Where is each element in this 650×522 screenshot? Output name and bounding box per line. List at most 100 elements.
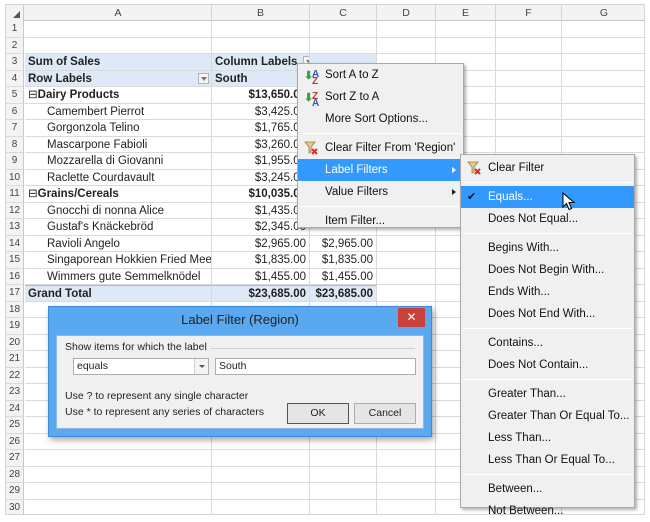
- cell[interactable]: [377, 285, 436, 301]
- cell[interactable]: [310, 483, 377, 499]
- row-header[interactable]: 10: [6, 169, 24, 186]
- row-header[interactable]: 25: [6, 417, 24, 434]
- cell[interactable]: $1,455.00: [310, 268, 377, 284]
- row-header[interactable]: 7: [6, 120, 24, 137]
- cell[interactable]: Gnocchi di nonna Alice: [25, 202, 212, 218]
- row-header[interactable]: 22: [6, 367, 24, 384]
- row-header[interactable]: 13: [6, 219, 24, 236]
- menu-item-more-sort-options[interactable]: More Sort Options...: [298, 108, 463, 130]
- cell[interactable]: ⊟Dairy Products: [25, 87, 212, 103]
- menu-item-not-between[interactable]: Not Between...: [461, 500, 634, 522]
- ok-button[interactable]: OK: [287, 403, 349, 424]
- cell[interactable]: [25, 483, 212, 499]
- cell[interactable]: $1,835.00: [310, 252, 377, 268]
- cell[interactable]: $3,425.00: [212, 103, 310, 119]
- menu-item-clear-filter-from-region[interactable]: Clear Filter From 'Region': [298, 137, 463, 159]
- cell[interactable]: [496, 87, 562, 103]
- cell[interactable]: $2,345.00: [212, 219, 310, 235]
- select-all-button[interactable]: [6, 5, 24, 21]
- row-header[interactable]: 15: [6, 252, 24, 269]
- close-button[interactable]: ✕: [398, 308, 425, 327]
- column-header-c[interactable]: C: [310, 5, 377, 21]
- cell[interactable]: Gustaf's Knäckebröd: [25, 219, 212, 235]
- cell[interactable]: $23,685.00: [212, 285, 310, 301]
- cell[interactable]: [310, 499, 377, 514]
- row-header[interactable]: 21: [6, 351, 24, 368]
- row-header[interactable]: 3: [6, 54, 24, 71]
- menu-item-greater-than[interactable]: Greater Than...: [461, 383, 634, 405]
- operator-select[interactable]: equals: [73, 358, 209, 375]
- cell[interactable]: [212, 450, 310, 466]
- row-header[interactable]: 17: [6, 285, 24, 302]
- row-header[interactable]: 4: [6, 70, 24, 87]
- row-header[interactable]: 9: [6, 153, 24, 170]
- cell[interactable]: Sum of Sales: [25, 54, 212, 70]
- cell[interactable]: [25, 21, 212, 37]
- row-header[interactable]: 16: [6, 268, 24, 285]
- cell[interactable]: $2,965.00: [310, 235, 377, 251]
- chevron-down-icon[interactable]: [194, 359, 208, 374]
- row-header[interactable]: 24: [6, 400, 24, 417]
- menu-item-label-filters[interactable]: Label Filters: [298, 159, 463, 181]
- row-labels-filter-button[interactable]: [198, 72, 209, 84]
- menu-item-less-than[interactable]: Less Than...: [461, 427, 634, 449]
- cell[interactable]: Column Labels: [212, 54, 310, 70]
- cell[interactable]: $3,260.00: [212, 136, 310, 152]
- cell[interactable]: [377, 268, 436, 284]
- cell[interactable]: $1,435.00: [212, 202, 310, 218]
- cell[interactable]: [496, 103, 562, 119]
- cell[interactable]: [25, 466, 212, 482]
- cell[interactable]: Gorgonzola Telino: [25, 120, 212, 136]
- cell[interactable]: Mascarpone Fabioli: [25, 136, 212, 152]
- cell[interactable]: South: [212, 70, 310, 86]
- cell[interactable]: [377, 450, 436, 466]
- row-header[interactable]: 30: [6, 499, 24, 514]
- collapse-icon[interactable]: ⊟: [28, 188, 38, 200]
- menu-item-equals[interactable]: ✔ Equals...: [461, 186, 634, 208]
- collapse-icon[interactable]: ⊟: [28, 89, 38, 101]
- cell[interactable]: [496, 37, 562, 53]
- cell[interactable]: [212, 499, 310, 514]
- menu-item-contains[interactable]: Contains...: [461, 332, 634, 354]
- row-header[interactable]: 14: [6, 235, 24, 252]
- menu-item-does-not-end-with[interactable]: Does Not End With...: [461, 303, 634, 325]
- cell[interactable]: Grand Total: [25, 285, 212, 301]
- row-header[interactable]: 26: [6, 433, 24, 450]
- row-header[interactable]: 1: [6, 21, 24, 38]
- cell[interactable]: Wimmers gute Semmelknödel: [25, 268, 212, 284]
- cell[interactable]: $13,650.00: [212, 87, 310, 103]
- row-header[interactable]: 27: [6, 450, 24, 467]
- column-header-a[interactable]: A: [25, 5, 212, 21]
- menu-item-greater-than-or-equal-to[interactable]: Greater Than Or Equal To...: [461, 405, 634, 427]
- cell[interactable]: Ravioli Angelo: [25, 235, 212, 251]
- menu-item-does-not-equal[interactable]: Does Not Equal...: [461, 208, 634, 230]
- cell[interactable]: [377, 499, 436, 514]
- menu-item-does-not-begin-with[interactable]: Does Not Begin With...: [461, 259, 634, 281]
- cell[interactable]: [496, 136, 562, 152]
- cell[interactable]: [496, 120, 562, 136]
- cell[interactable]: [377, 466, 436, 482]
- cell[interactable]: Mozzarella di Giovanni: [25, 153, 212, 169]
- filter-value-input[interactable]: South: [215, 358, 416, 375]
- cell[interactable]: $1,455.00: [212, 268, 310, 284]
- menu-item-clear-filter[interactable]: Clear Filter: [461, 157, 634, 179]
- row-header[interactable]: 8: [6, 136, 24, 153]
- cell[interactable]: [436, 37, 496, 53]
- menu-item-item-filter[interactable]: Item Filter...: [298, 210, 463, 232]
- cell[interactable]: [496, 70, 562, 86]
- row-header[interactable]: 12: [6, 202, 24, 219]
- cell[interactable]: [377, 21, 436, 37]
- cell[interactable]: [25, 499, 212, 514]
- menu-item-less-than-or-equal-to[interactable]: Less Than Or Equal To...: [461, 449, 634, 471]
- cell[interactable]: [562, 38, 644, 54]
- menu-item-sort-z-to-a[interactable]: ⬇ Z A Sort Z to A: [298, 86, 463, 109]
- cell[interactable]: [377, 252, 436, 268]
- cell[interactable]: [377, 235, 436, 251]
- row-header[interactable]: 5: [6, 87, 24, 104]
- column-header-d[interactable]: D: [377, 5, 436, 21]
- row-header[interactable]: 11: [6, 186, 24, 203]
- row-header[interactable]: 6: [6, 103, 24, 120]
- cell[interactable]: [562, 71, 644, 87]
- cell[interactable]: [562, 54, 644, 70]
- cell[interactable]: [562, 87, 644, 103]
